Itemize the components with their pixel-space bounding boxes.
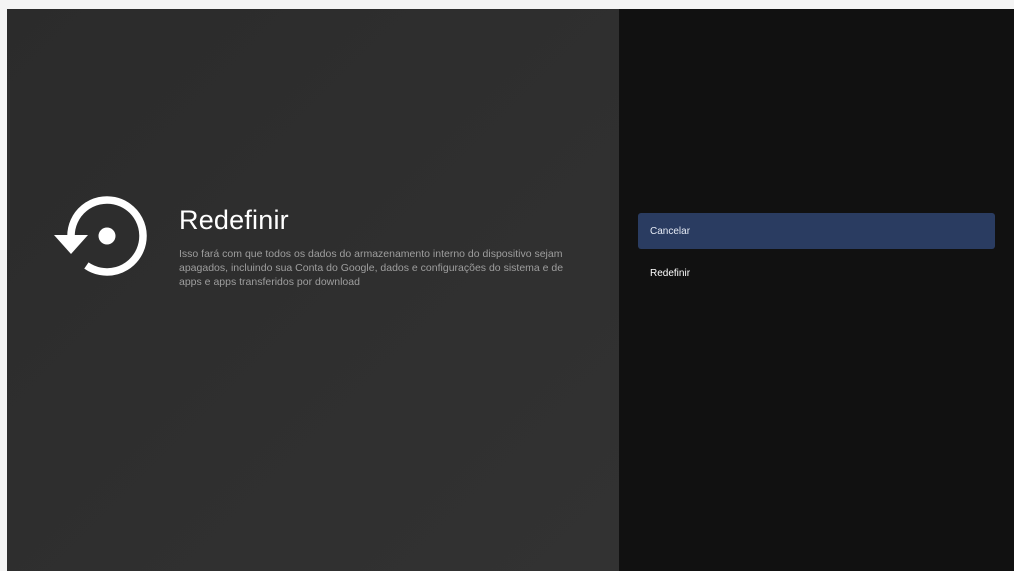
reset-button[interactable]: Redefinir xyxy=(638,255,995,291)
action-list: Cancelar Redefinir xyxy=(638,213,995,297)
factory-reset-screen: Redefinir Isso fará com que todos os dad… xyxy=(7,9,1014,571)
reset-description: Isso fará com que todos os dados do arma… xyxy=(179,248,564,288)
page-title: Redefinir xyxy=(179,205,289,235)
cancel-button[interactable]: Cancelar xyxy=(638,213,995,249)
actions-panel: Cancelar Redefinir xyxy=(619,9,1014,571)
restore-icon xyxy=(51,193,151,279)
guidance-panel: Redefinir Isso fará com que todos os dad… xyxy=(7,9,619,571)
